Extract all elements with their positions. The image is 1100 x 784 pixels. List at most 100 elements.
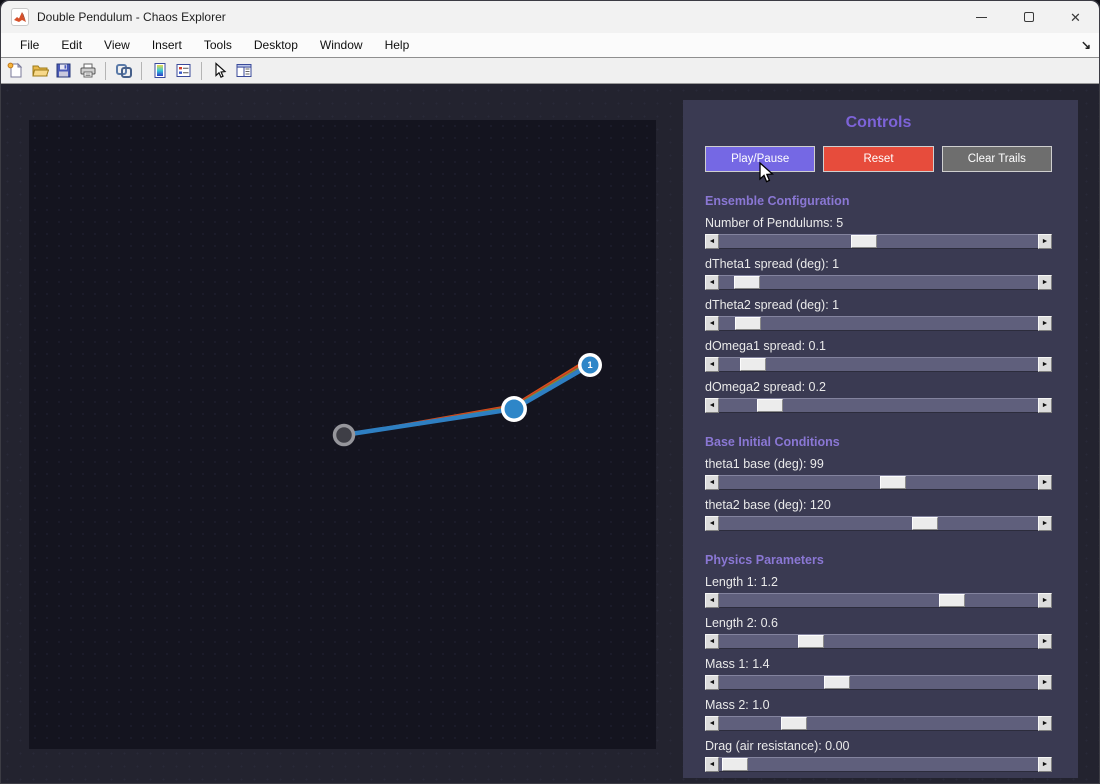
slider-track[interactable] xyxy=(719,516,1038,531)
slider-track[interactable] xyxy=(719,475,1038,490)
menu-file[interactable]: File xyxy=(9,33,50,57)
slider-theta2-base[interactable]: ◄ ► xyxy=(705,516,1052,531)
clear-trails-button[interactable]: Clear Trails xyxy=(942,146,1052,172)
slider-left-arrow-icon[interactable]: ◄ xyxy=(705,634,719,649)
menu-desktop[interactable]: Desktop xyxy=(243,33,309,57)
slider-right-arrow-icon[interactable]: ► xyxy=(1038,634,1052,649)
slider-thumb[interactable] xyxy=(851,235,877,248)
menu-view[interactable]: View xyxy=(93,33,141,57)
slider-right-arrow-icon[interactable]: ► xyxy=(1038,757,1052,772)
slider-thumb[interactable] xyxy=(757,399,783,412)
slider-track[interactable] xyxy=(719,357,1038,372)
slider-left-arrow-icon[interactable]: ◄ xyxy=(705,475,719,490)
slider-left-arrow-icon[interactable]: ◄ xyxy=(705,275,719,290)
slider-length2[interactable]: ◄ ► xyxy=(705,634,1052,649)
slider-left-arrow-icon[interactable]: ◄ xyxy=(705,398,719,413)
slider-thumb[interactable] xyxy=(880,476,906,489)
menu-window[interactable]: Window xyxy=(309,33,374,57)
open-file-icon[interactable] xyxy=(29,60,50,81)
slider-right-arrow-icon[interactable]: ► xyxy=(1038,275,1052,290)
slider-mass1[interactable]: ◄ ► xyxy=(705,675,1052,690)
slider-right-arrow-icon[interactable]: ► xyxy=(1038,398,1052,413)
toolbar-separator xyxy=(141,62,142,80)
slider-thumb[interactable] xyxy=(735,317,761,330)
slider-track[interactable] xyxy=(719,234,1038,249)
label-domega2-spread: dOmega2 spread: 0.2 xyxy=(705,380,1052,394)
section-base-initial-conditions: Base Initial Conditions xyxy=(705,435,1052,449)
mouse-cursor-icon xyxy=(758,162,778,189)
reset-button[interactable]: Reset xyxy=(823,146,933,172)
slider-dtheta1-spread[interactable]: ◄ ► xyxy=(705,275,1052,290)
label-mass2: Mass 2: 1.0 xyxy=(705,698,1052,712)
slider-left-arrow-icon[interactable]: ◄ xyxy=(705,757,719,772)
menu-tools[interactable]: Tools xyxy=(193,33,243,57)
slider-right-arrow-icon[interactable]: ► xyxy=(1038,593,1052,608)
slider-right-arrow-icon[interactable]: ► xyxy=(1038,316,1052,331)
slider-left-arrow-icon[interactable]: ◄ xyxy=(705,593,719,608)
slider-thumb[interactable] xyxy=(824,676,850,689)
slider-left-arrow-icon[interactable]: ◄ xyxy=(705,234,719,249)
slider-left-arrow-icon[interactable]: ◄ xyxy=(705,316,719,331)
slider-right-arrow-icon[interactable]: ► xyxy=(1038,675,1052,690)
slider-number-of-pendulums[interactable]: ◄ ► xyxy=(705,234,1052,249)
minimize-button[interactable] xyxy=(958,1,1005,33)
slider-mass2[interactable]: ◄ ► xyxy=(705,716,1052,731)
slider-right-arrow-icon[interactable]: ► xyxy=(1038,516,1052,531)
slider-thumb[interactable] xyxy=(798,635,824,648)
slider-theta1-base[interactable]: ◄ ► xyxy=(705,475,1052,490)
slider-thumb[interactable] xyxy=(734,276,760,289)
link-plot-icon[interactable] xyxy=(113,60,134,81)
slider-domega1-spread[interactable]: ◄ ► xyxy=(705,357,1052,372)
slider-track[interactable] xyxy=(719,398,1038,413)
slider-thumb[interactable] xyxy=(939,594,965,607)
menu-insert[interactable]: Insert xyxy=(141,33,193,57)
slider-track[interactable] xyxy=(719,757,1038,772)
slider-right-arrow-icon[interactable]: ► xyxy=(1038,234,1052,249)
pendulum-axes[interactable]: 1 xyxy=(29,120,656,749)
save-figure-icon[interactable] xyxy=(53,60,74,81)
label-length1: Length 1: 1.2 xyxy=(705,575,1052,589)
print-figure-icon[interactable] xyxy=(77,60,98,81)
slider-track[interactable] xyxy=(719,675,1038,690)
slider-left-arrow-icon[interactable]: ◄ xyxy=(705,716,719,731)
slider-left-arrow-icon[interactable]: ◄ xyxy=(705,675,719,690)
dock-figure-icon[interactable]: ↘ xyxy=(1081,38,1091,52)
maximize-icon xyxy=(1024,12,1034,22)
toolbar-separator xyxy=(201,62,202,80)
slider-track[interactable] xyxy=(719,316,1038,331)
menu-edit[interactable]: Edit xyxy=(50,33,93,57)
insert-colorbar-icon[interactable] xyxy=(149,60,170,81)
slider-track[interactable] xyxy=(719,275,1038,290)
label-dtheta1-spread: dTheta1 spread (deg): 1 xyxy=(705,257,1052,271)
svg-text:1: 1 xyxy=(587,360,593,371)
slider-domega2-spread[interactable]: ◄ ► xyxy=(705,398,1052,413)
label-theta2-base: theta2 base (deg): 120 xyxy=(705,498,1052,512)
slider-right-arrow-icon[interactable]: ► xyxy=(1038,716,1052,731)
slider-thumb[interactable] xyxy=(781,717,807,730)
toolbar-separator xyxy=(105,62,106,80)
slider-track[interactable] xyxy=(719,634,1038,649)
new-figure-icon[interactable] xyxy=(5,60,26,81)
slider-right-arrow-icon[interactable]: ► xyxy=(1038,475,1052,490)
slider-left-arrow-icon[interactable]: ◄ xyxy=(705,516,719,531)
slider-thumb[interactable] xyxy=(722,758,748,771)
slider-right-arrow-icon[interactable]: ► xyxy=(1038,357,1052,372)
menu-help[interactable]: Help xyxy=(374,33,421,57)
slider-thumb[interactable] xyxy=(912,517,938,530)
slider-track[interactable] xyxy=(719,716,1038,731)
insert-legend-icon[interactable] xyxy=(173,60,194,81)
close-button[interactable]: ✕ xyxy=(1052,1,1099,33)
slider-thumb[interactable] xyxy=(740,358,766,371)
slider-left-arrow-icon[interactable]: ◄ xyxy=(705,357,719,372)
label-dtheta2-spread: dTheta2 spread (deg): 1 xyxy=(705,298,1052,312)
slider-drag[interactable]: ◄ ► xyxy=(705,757,1052,772)
edit-plot-icon[interactable] xyxy=(209,60,230,81)
property-inspector-icon[interactable] xyxy=(233,60,254,81)
menu-bar: File Edit View Insert Tools Desktop Wind… xyxy=(1,33,1099,58)
maximize-button[interactable] xyxy=(1005,1,1052,33)
slider-dtheta2-spread[interactable]: ◄ ► xyxy=(705,316,1052,331)
slider-length1[interactable]: ◄ ► xyxy=(705,593,1052,608)
slider-track[interactable] xyxy=(719,593,1038,608)
label-domega1-spread: dOmega1 spread: 0.1 xyxy=(705,339,1052,353)
figure-canvas: 1 Controls Play/Pause Reset Clear Trails… xyxy=(1,84,1100,784)
